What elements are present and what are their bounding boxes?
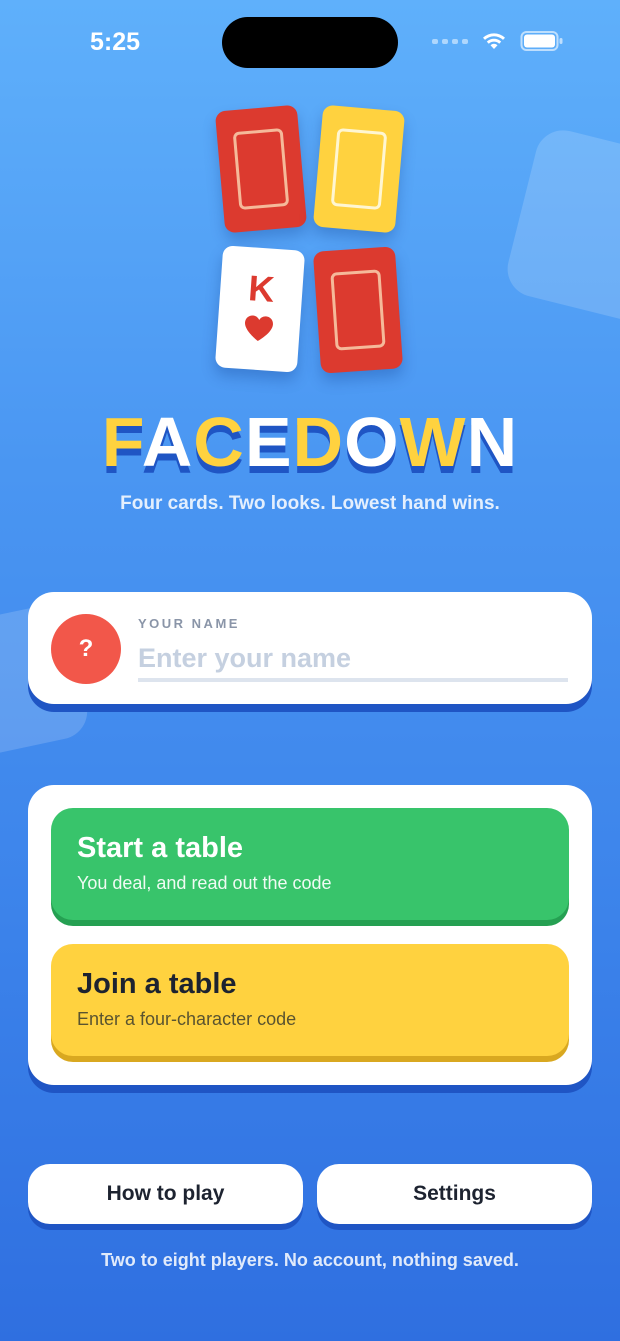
avatar[interactable]: ? [51,614,121,684]
king-of-hearts-card-logo: K [214,245,306,373]
title-letter: N [466,403,519,481]
name-card: ? YOUR NAME [28,592,592,704]
app-title: FACEDOWN [0,402,620,482]
heart-icon [245,315,273,341]
title-letter: D [292,403,345,481]
start-table-title: Start a table [77,832,243,864]
title-letter: O [344,403,400,481]
title-letter: A [141,403,194,481]
title-letter: C [193,403,245,481]
battery-icon [520,31,563,51]
facedown-card-logo [214,104,308,234]
join-table-title: Join a table [77,968,237,1000]
status-time: 5:25 [90,28,141,56]
join-table-subtitle: Enter a four-character code [77,1009,297,1029]
cellular-signal-icon [432,38,468,44]
title-letter: W [399,403,467,481]
card-rank: K [247,266,276,310]
tagline: Four cards. Two looks. Lowest hand wins. [120,493,500,514]
settings-button[interactable]: Settings [317,1164,592,1224]
how-to-play-button[interactable]: How to play [28,1164,303,1224]
status-icons [432,30,564,52]
join-table-button[interactable]: Join a table Enter a four-character code [51,944,569,1056]
facedown-card-logo [312,104,406,234]
start-table-subtitle: You deal, and read out the code [77,873,332,893]
footer-note: Two to eight players. No account, nothin… [101,1250,519,1270]
facedown-card-logo [312,246,404,374]
title-letter: F [101,403,142,481]
wifi-icon [483,33,505,49]
name-label: YOUR NAME [138,616,240,631]
title-letter: E [244,403,293,481]
dynamic-island [222,17,398,68]
name-input[interactable] [138,638,568,682]
background-card-shape [501,124,620,326]
action-card: Start a table You deal, and read out the… [28,785,592,1085]
start-table-button[interactable]: Start a table You deal, and read out the… [51,808,569,920]
